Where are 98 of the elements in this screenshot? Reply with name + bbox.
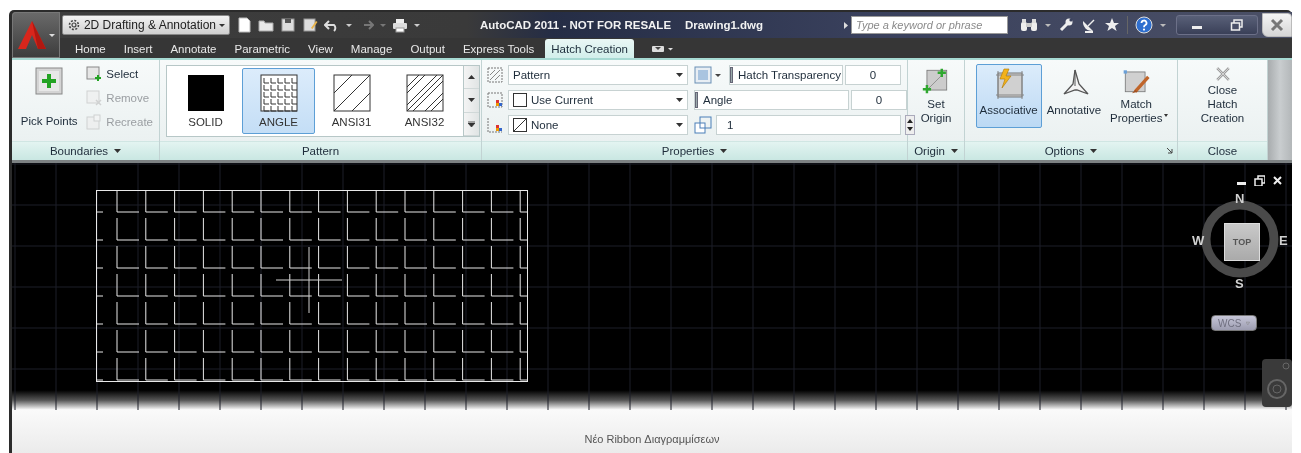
- ribbon-tab[interactable]: Hatch Creation: [545, 39, 635, 58]
- search-field[interactable]: Type a keyword or phrase: [851, 16, 1008, 34]
- dropdown[interactable]: Pattern: [508, 65, 688, 85]
- scroll-down-button[interactable]: [464, 89, 479, 113]
- binoculars-icon[interactable]: [1020, 18, 1038, 32]
- ribbon-tab[interactable]: Output: [403, 39, 452, 58]
- application-button[interactable]: [12, 12, 60, 58]
- caret-icon[interactable]: [950, 149, 958, 153]
- compass-direction[interactable]: E: [1279, 233, 1288, 248]
- document-name: Drawing1.dwg: [685, 19, 763, 31]
- pick-points-icon: [35, 67, 64, 95]
- select-icon: [86, 66, 103, 82]
- caret-icon: [676, 98, 683, 102]
- hatch-type-icon: [486, 66, 504, 84]
- hatch-pattern-icon: [332, 74, 371, 112]
- hatch-pattern-icon: [186, 74, 225, 112]
- ribbon-button[interactable]: Match Properties: [1106, 64, 1167, 128]
- scale-icon: [694, 116, 712, 134]
- scroll-up-button[interactable]: [464, 66, 479, 90]
- value-field[interactable]: 0: [845, 65, 901, 85]
- crosshair-cursor: [276, 247, 342, 313]
- compass-direction[interactable]: W: [1192, 233, 1205, 248]
- remove-icon: [86, 90, 103, 106]
- restore-icon[interactable]: [1230, 19, 1244, 31]
- caret-icon[interactable]: [1160, 23, 1166, 27]
- caret-icon: [676, 123, 683, 127]
- new-file-icon[interactable]: [236, 17, 252, 33]
- panel-title: Pattern: [301, 145, 340, 157]
- ribbon-tab[interactable]: Home: [68, 39, 113, 58]
- caret-icon: [49, 33, 55, 37]
- panel-title: Properties: [661, 145, 715, 157]
- ribbon-button[interactable]: Close Hatch Creation: [1182, 64, 1263, 128]
- caret-icon[interactable]: [1090, 149, 1098, 153]
- ribbon-tab[interactable]: Insert: [116, 39, 160, 58]
- dropdown[interactable]: None: [508, 115, 688, 135]
- workspace-dropdown[interactable]: 2D Drafting & Annotation: [62, 15, 230, 35]
- compass-direction[interactable]: S: [1235, 276, 1244, 291]
- compass-direction[interactable]: N: [1235, 191, 1245, 206]
- ribbon-button[interactable]: Select: [84, 64, 155, 84]
- caret-icon: [676, 73, 683, 77]
- help-icon[interactable]: [1135, 16, 1153, 34]
- pattern-swatch[interactable]: ANGLE: [242, 68, 315, 134]
- save-icon[interactable]: [280, 17, 296, 33]
- ribbon-tab[interactable]: View: [301, 39, 340, 58]
- caret-icon[interactable]: [414, 23, 420, 27]
- satellite-dish-icon[interactable]: [1081, 17, 1097, 33]
- minimize-ribbon-icon[interactable]: [652, 46, 675, 52]
- caret-icon: [219, 23, 225, 27]
- ribbon-tab[interactable]: Annotate: [163, 39, 224, 58]
- expand-arrow-icon[interactable]: [468, 120, 475, 127]
- wrench-icon[interactable]: [1058, 17, 1074, 33]
- slider-field[interactable]: Angle: [694, 90, 849, 110]
- slider-thumb[interactable]: [695, 92, 698, 108]
- ribbon-button[interactable]: Associative: [975, 64, 1042, 128]
- drawing-area[interactable]: N W TOP E S WCS: [12, 160, 1292, 410]
- ribbon-button[interactable]: Annotative: [1042, 64, 1106, 128]
- star-icon[interactable]: [1104, 17, 1120, 33]
- swatch-icon: [513, 93, 527, 107]
- caret-icon[interactable]: [720, 149, 728, 153]
- recreate-icon: [86, 114, 103, 130]
- hatch-pattern-icon: [405, 74, 444, 112]
- background-color-icon: [486, 116, 504, 134]
- ribbon-tab[interactable]: Parametric: [227, 39, 298, 58]
- panel-title: Close: [1207, 145, 1238, 157]
- expand-icon[interactable]: [844, 21, 848, 29]
- ribbon-tab[interactable]: Manage: [343, 39, 400, 58]
- slider-field[interactable]: Hatch Transparency: [729, 65, 843, 85]
- ribbon-tab[interactable]: Express Tools: [455, 39, 542, 58]
- swatch-icon: [513, 118, 527, 132]
- dropdown[interactable]: Use Current: [508, 90, 688, 110]
- folder-icon[interactable]: [258, 17, 274, 33]
- logo-icon: [17, 19, 47, 51]
- dialog-launcher-icon[interactable]: [1167, 148, 1173, 154]
- caret-icon[interactable]: [715, 73, 721, 77]
- panel-title: Boundaries: [49, 145, 109, 157]
- caret-icon[interactable]: [346, 23, 352, 27]
- hatch-color-icon: [486, 91, 504, 109]
- close-button[interactable]: [1262, 13, 1292, 37]
- caret-icon[interactable]: [114, 149, 122, 153]
- window-title: AutoCAD 2011 - NOT FOR RESALE: [480, 19, 672, 31]
- caption-text: Νέο Ribbon Διαγραμμίσεων: [584, 433, 720, 445]
- pick-points-button[interactable]: Pick Points: [16, 64, 83, 139]
- view-cube-face[interactable]: TOP: [1224, 223, 1260, 261]
- up-arrow-icon[interactable]: [468, 75, 475, 80]
- value-field[interactable]: 0: [851, 90, 907, 110]
- scale-field[interactable]: 1: [716, 115, 901, 135]
- caret-icon[interactable]: [1045, 23, 1051, 27]
- ribbon-button[interactable]: Set Origin: [915, 64, 957, 128]
- slider-thumb[interactable]: [730, 67, 733, 83]
- restore-icon[interactable]: [1254, 175, 1265, 186]
- down-arrow-icon[interactable]: [468, 98, 475, 103]
- save-as-icon[interactable]: [302, 17, 318, 33]
- expand-gallery-button[interactable]: [464, 112, 479, 136]
- hatch-pattern-icon: [259, 74, 298, 112]
- panel-title: Options: [1044, 145, 1085, 157]
- panel-title: Origin: [914, 145, 945, 157]
- gear-icon: [67, 18, 81, 32]
- printer-icon[interactable]: [392, 17, 408, 33]
